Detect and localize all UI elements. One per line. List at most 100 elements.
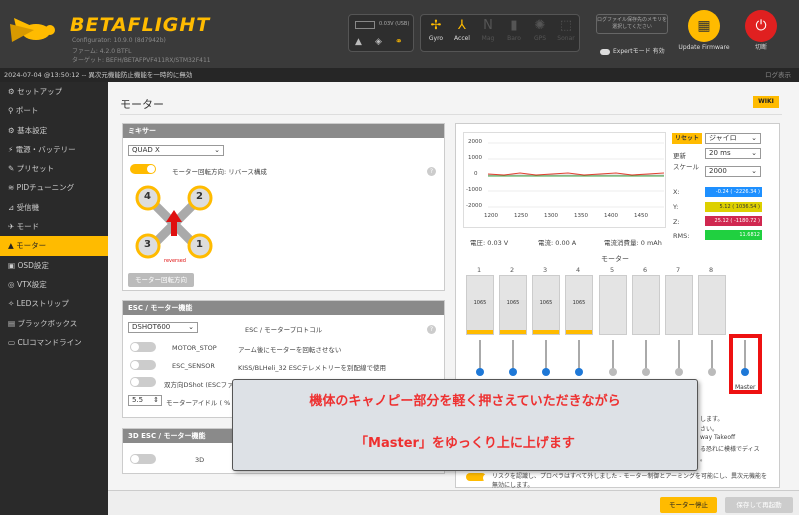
motor-1-label: 1	[196, 239, 203, 250]
motor-slider-knob[interactable]	[575, 368, 583, 376]
link-icon: ⚭	[395, 37, 403, 47]
motor-stop-description: アーム後にモーターを回転させない	[238, 346, 342, 354]
sidebar-item-motors[interactable]: ▲ モーター	[0, 236, 108, 256]
gyro-icon: ✢ Gyro	[428, 18, 444, 42]
idle-label: モーターアイドル ( %	[166, 399, 231, 407]
configurator-version: Configurator: 10.9.0 (8d7942b)	[72, 37, 166, 44]
current-readout: 電流: 0.00 A	[538, 239, 577, 247]
rate-label: 更新	[673, 152, 686, 160]
sensor-select[interactable]: ジャイロ ⌄	[705, 133, 761, 144]
warning-icon: ▲	[355, 37, 362, 47]
mixer-select[interactable]: QUAD X ⌄	[128, 145, 224, 156]
motor-bar: 1065	[466, 275, 494, 335]
rms-value: 11.6812	[705, 230, 762, 240]
motor-direction-button[interactable]: モーター回転方向	[128, 273, 194, 287]
rate-select[interactable]: 20 ms ⌄	[705, 148, 761, 159]
chevron-down-icon: ⌄	[214, 146, 220, 154]
motor-slider-knob[interactable]	[509, 368, 517, 376]
motor-number: 3	[543, 266, 548, 274]
disconnect-icon[interactable]: ⏻	[745, 10, 777, 42]
esc-protocol-select[interactable]: DSHOT600 ⌄	[128, 322, 198, 333]
voltage-readout: 電圧: 0.03 V	[470, 239, 509, 247]
x-tick: 1300	[544, 213, 558, 219]
sidebar-item-power[interactable]: ⚡ 電源・バッテリー	[0, 140, 108, 159]
y-value: 5.12 ( 1036.54 )	[705, 202, 762, 212]
y-axis-label: Y:	[673, 203, 679, 211]
update-firmware-label[interactable]: Update Firmware	[676, 44, 732, 52]
esc-sensor-toggle[interactable]	[130, 360, 156, 370]
motor-direction-toggle[interactable]	[130, 164, 156, 174]
chevron-down-icon: ⌄	[751, 134, 757, 142]
instruction-callout: 機体のキャノピー部分を軽く押さえていただきながら 「Master」をゆっくり上に…	[232, 379, 698, 471]
risk-acknowledge-toggle[interactable]	[466, 473, 491, 482]
motor-number: 6	[643, 266, 648, 274]
firmware-version: ファーム: 4.2.0 BTFL	[72, 48, 132, 55]
header: BETAFLIGHT Configurator: 10.9.0 (8d7942b…	[0, 0, 799, 68]
motor-number: 1	[477, 266, 482, 274]
y-tick: 2000	[468, 139, 482, 145]
motor-bar	[698, 275, 726, 335]
disconnect-label[interactable]: 切断	[745, 42, 777, 51]
scale-select[interactable]: 2000 ⌄	[705, 166, 761, 177]
show-log-link[interactable]: ログ表示	[765, 68, 791, 82]
motor-slider-knob[interactable]	[609, 368, 617, 376]
status-message: 2024-07-04 @13:50:12 -- 異次元機能防止機能を一時的に無効	[4, 71, 193, 79]
help-icon[interactable]: ?	[427, 325, 436, 334]
sidebar-item-configuration[interactable]: ⚙ 基本設定	[0, 121, 108, 140]
battery-voltage: 0.03V (USB)	[379, 21, 410, 27]
idle-input[interactable]: 5.5 ⇕	[128, 395, 162, 406]
y-tick: 1000	[468, 155, 482, 161]
motor-slider-knob[interactable]	[642, 368, 650, 376]
motor-number: 4	[576, 266, 581, 274]
motor-stop-toggle[interactable]	[130, 342, 156, 352]
rms-label: RMS:	[673, 232, 690, 240]
motor-slider-knob[interactable]	[708, 368, 716, 376]
x-value: -0.24 ( -2226.34 )	[705, 187, 762, 197]
x-axis-label: X:	[673, 188, 680, 196]
motor-slider-knob[interactable]	[542, 368, 550, 376]
sidebar-item-vtx[interactable]: ◎ VTX設定	[0, 275, 108, 294]
sidebar-item-modes[interactable]: ✈ モード	[0, 217, 108, 236]
sidebar-item-ports[interactable]: ⚲ ポート	[0, 101, 108, 120]
sidebar-item-osd[interactable]: ▣ OSD設定	[0, 256, 108, 275]
mixer-header: ミキサー	[123, 124, 444, 138]
risk-text: リスクを認識し、プロペラはすべて外しました - モーター制御とアーミングを可能に…	[492, 473, 767, 489]
wiki-button[interactable]: WIKI	[753, 96, 779, 108]
target-info: ターゲット: BEFH/BETAFPVF411RX/STM32F411	[72, 57, 211, 64]
sidebar-item-pid[interactable]: ≋ PIDチューニング	[0, 178, 108, 197]
motor-bar: 1065	[532, 275, 560, 335]
z-axis-label: Z:	[673, 218, 680, 226]
battery-icon	[355, 21, 375, 29]
x-tick: 1400	[604, 213, 618, 219]
bidir-dshot-label: 双方向DShot (ESCファー	[164, 381, 241, 389]
notice-line: さい。	[700, 426, 719, 433]
x-tick: 1200	[484, 213, 498, 219]
log-save-button[interactable]: ログファイル保存先のメモリを選択してください	[596, 14, 668, 34]
callout-line-2: 「Master」をゆっくり上に上げます	[355, 436, 575, 451]
sidebar-item-presets[interactable]: ✎ プリセット	[0, 159, 108, 178]
sidebar-item-blackbox[interactable]: ▤ ブラックボックス	[0, 314, 108, 333]
stepper-icon: ⇕	[153, 396, 159, 404]
motor-slider-knob[interactable]	[675, 368, 683, 376]
motor-slider-knob[interactable]	[476, 368, 484, 376]
esc-protocol-label: ESC / モータープロトコル	[245, 326, 323, 334]
chevron-down-icon: ⌄	[751, 149, 757, 157]
reset-button[interactable]: リセット	[672, 133, 702, 144]
divider	[120, 114, 782, 115]
motor-bar: 1065	[499, 275, 527, 335]
expert-mode-toggle[interactable]: Expertモード 有効	[600, 46, 665, 55]
callout-line-1: 機体のキャノピー部分を軽く押さえていただきながら	[309, 394, 621, 409]
sidebar-item-setup[interactable]: ⚙ セットアップ	[0, 82, 108, 101]
motor-bar	[599, 275, 627, 335]
3d-toggle[interactable]	[130, 454, 156, 464]
stop-motors-button[interactable]: モーター停止	[660, 497, 717, 513]
esc-header: ESC / モーター機能	[123, 301, 444, 315]
bidir-dshot-toggle[interactable]	[130, 377, 156, 387]
help-icon[interactable]: ?	[427, 167, 436, 176]
sidebar-item-cli[interactable]: ▭ CLIコマンドライン	[0, 333, 108, 352]
motor-direction-label: モーター回転方向: リバース構成	[172, 168, 267, 176]
sidebar-item-led[interactable]: ✧ LEDストリップ	[0, 294, 108, 313]
update-firmware-icon[interactable]: ▦	[688, 10, 720, 42]
save-reboot-button[interactable]: 保存して再起動	[725, 497, 793, 513]
sidebar-item-receiver[interactable]: ⊿ 受信機	[0, 198, 108, 217]
